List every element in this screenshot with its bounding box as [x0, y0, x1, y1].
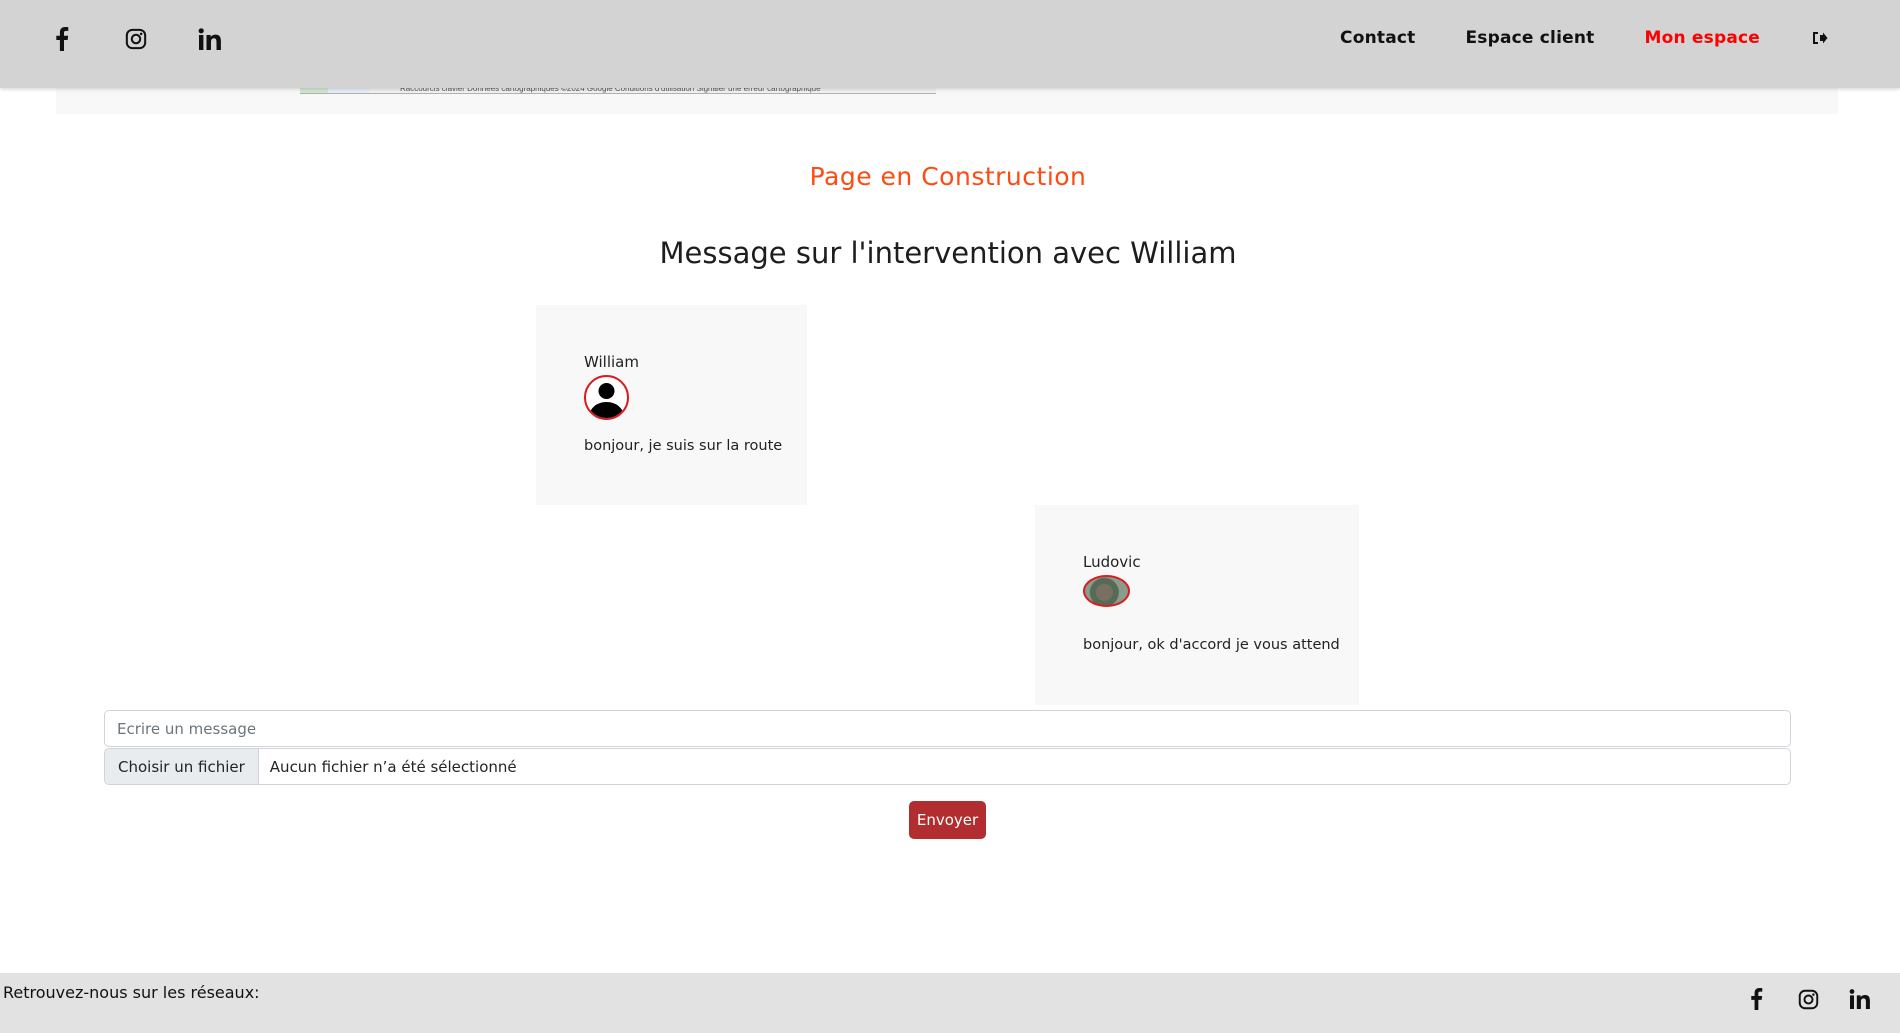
message-card: Ludovic bonjour, ok d'accord je vous att…: [1035, 505, 1359, 705]
main-nav: Contact Espace client Mon espace: [1340, 28, 1900, 48]
footer: Retrouvez-nous sur les réseaux:: [0, 973, 1900, 1033]
instagram-icon[interactable]: [122, 24, 150, 54]
conversation-title: Message sur l'intervention avec William: [659, 236, 1237, 270]
nav-espace-client[interactable]: Espace client: [1465, 28, 1594, 48]
file-input[interactable]: Choisir un fichier Aucun fichier n’a été…: [104, 748, 1791, 785]
message-author: William: [584, 353, 639, 371]
message-author: Ludovic: [1083, 553, 1141, 571]
choose-file-button[interactable]: Choisir un fichier: [105, 749, 259, 784]
construction-title: Page en Construction: [809, 162, 1087, 191]
sign-out-icon[interactable]: [1810, 28, 1830, 48]
linkedin-icon[interactable]: [1846, 985, 1874, 1013]
file-status: Aucun fichier n’a été sélectionné: [269, 757, 517, 776]
message-input[interactable]: [104, 710, 1791, 747]
message-card: William bonjour, je suis sur la route: [536, 305, 807, 505]
photo-avatar: [1083, 575, 1130, 607]
top-navbar: Contact Espace client Mon espace: [0, 0, 1900, 88]
facebook-icon[interactable]: [1742, 985, 1770, 1013]
nav-mon-espace[interactable]: Mon espace: [1644, 28, 1760, 48]
facebook-icon[interactable]: [48, 24, 76, 54]
footer-text: Retrouvez-nous sur les réseaux:: [3, 983, 260, 1002]
linkedin-icon[interactable]: [196, 24, 224, 54]
message-text: bonjour, je suis sur la route: [584, 438, 783, 454]
header-social-links: [48, 24, 270, 54]
instagram-icon[interactable]: [1794, 985, 1822, 1013]
message-text: bonjour, ok d'accord je vous attend: [1083, 637, 1340, 653]
footer-social-links: [1718, 985, 1874, 1013]
user-avatar-icon: [584, 375, 629, 420]
send-button[interactable]: Envoyer: [909, 801, 986, 839]
nav-contact[interactable]: Contact: [1340, 28, 1415, 48]
